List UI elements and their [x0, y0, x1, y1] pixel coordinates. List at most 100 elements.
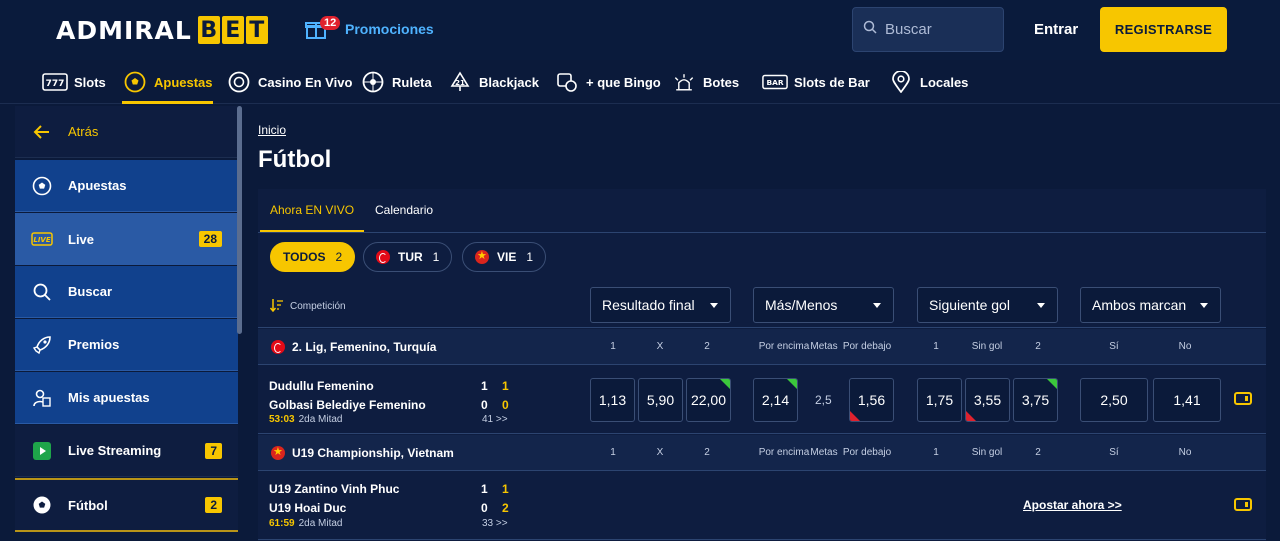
sidebar-item-premios[interactable]: Premios — [15, 319, 238, 371]
odd-over[interactable]: 2,14 — [753, 378, 798, 422]
sidebar-item-apuestas[interactable]: Apuestas — [15, 160, 238, 212]
markets-header: Competición Resultado final Más/Menos Si… — [258, 282, 1266, 328]
sidebar-item-futbol[interactable]: Fútbol 2 — [15, 478, 238, 532]
tab-calendar[interactable]: Calendario — [375, 203, 433, 217]
nav-label: + que Bingo — [586, 74, 661, 90]
search-icon — [31, 281, 53, 303]
nav-label: Ruleta — [392, 74, 432, 90]
odd-next-goal-home[interactable]: 1,75 — [917, 378, 962, 422]
market-dropdown-next-goal[interactable]: Siguiente gol — [917, 287, 1058, 323]
jackpot-icon — [671, 71, 697, 93]
home-score: 1 — [481, 482, 488, 496]
logo-letter: B — [197, 16, 220, 44]
league-header: U19 Championship, Vietnam 1 X 2 Por enci… — [258, 435, 1266, 471]
col-header: 2 — [704, 447, 710, 458]
nav-item-slots-de-bar[interactable]: BAR Slots de Bar — [762, 60, 870, 104]
rocket-icon — [31, 334, 53, 356]
away-team: U19 Hoai Duc — [269, 501, 347, 515]
search-input[interactable] — [885, 21, 995, 38]
competition-sort[interactable]: Competición — [269, 298, 346, 315]
sidebar-item-live[interactable]: LIVE Live 28 — [15, 213, 238, 265]
sidebar-item-label: Buscar — [68, 284, 113, 299]
futbol-count-badge: 2 — [205, 497, 222, 513]
login-button[interactable]: Entrar — [1034, 21, 1078, 38]
sidebar-item-label: Mis apuestas — [68, 390, 150, 405]
sidebar-item-label: Premios — [68, 337, 120, 352]
market-dropdown-both-score[interactable]: Ambos marcan — [1080, 287, 1221, 323]
odd-no-goal[interactable]: 3,55 — [965, 378, 1010, 422]
tab-live-now[interactable]: Ahora EN VIVO — [259, 203, 365, 232]
odds-up-indicator — [1047, 379, 1057, 389]
sidebar-scrollbar[interactable] — [237, 106, 242, 334]
chevron-down-icon — [1037, 303, 1045, 308]
odd-under[interactable]: 1,56 — [849, 378, 894, 422]
nav-item-bingo[interactable]: + que Bingo — [554, 60, 661, 104]
location-pin-icon — [888, 71, 914, 93]
nav-item-apuestas[interactable]: Apuestas — [122, 60, 213, 104]
home-score: 1 — [481, 379, 488, 393]
market-dropdown-result[interactable]: Resultado final — [590, 287, 731, 323]
nav-item-casino-en-vivo[interactable]: Casino En Vivo — [226, 60, 352, 104]
filter-count: 2 — [335, 250, 343, 264]
odd-home[interactable]: 1,13 — [590, 378, 635, 422]
bet-ticket-icon[interactable] — [1234, 498, 1252, 511]
match-period: 2da Mitad — [298, 518, 343, 529]
sidebar-item-back[interactable]: Atrás — [15, 106, 238, 158]
logo-letter: T — [245, 16, 268, 44]
sidebar-item-buscar[interactable]: Buscar — [15, 266, 238, 318]
nav-label: Slots — [74, 74, 106, 90]
sidebar-item-label: Fútbol — [68, 497, 108, 513]
promotions-label: Promociones — [345, 21, 434, 37]
nav-item-slots[interactable]: 777 Slots — [42, 60, 106, 104]
odds-down-indicator — [966, 411, 976, 421]
svg-text:21: 21 — [455, 79, 465, 87]
sidebar-item-live-streaming[interactable]: Live Streaming 7 — [15, 425, 238, 477]
event-tabs: Ahora EN VIVO Calendario — [258, 189, 1266, 233]
league-name[interactable]: 2. Lig, Femenino, Turquía — [292, 340, 436, 354]
breadcrumb-home[interactable]: Inicio — [258, 123, 286, 137]
promotions-link[interactable]: 12 Promociones — [305, 16, 434, 40]
odd-both-score-no[interactable]: 1,41 — [1153, 378, 1221, 422]
col-header: 2 — [1035, 341, 1041, 352]
nav-label: Apuestas — [154, 74, 213, 90]
odd-value: 1,75 — [925, 392, 954, 408]
market-dropdown-over-under[interactable]: Más/Menos — [753, 287, 894, 323]
chevron-down-icon — [873, 303, 881, 308]
more-markets-link[interactable]: 41 >> — [482, 414, 508, 425]
nav-label: Slots de Bar — [794, 74, 870, 90]
nav-item-locales[interactable]: Locales — [888, 60, 968, 104]
match-row[interactable]: Dudullu Femenino Golbasi Belediye Femeni… — [258, 366, 1266, 434]
odd-next-goal-away[interactable]: 3,75 — [1013, 378, 1058, 422]
bet-ticket-icon[interactable] — [1234, 392, 1252, 405]
odd-both-score-yes[interactable]: 2,50 — [1080, 378, 1148, 422]
chevron-down-icon — [1200, 303, 1208, 308]
filter-vie[interactable]: VIE 1 — [462, 242, 547, 272]
match-time: 53:03 2da Mitad — [269, 414, 343, 425]
odd-draw[interactable]: 5,90 — [638, 378, 683, 422]
sports-sidebar: Atrás Apuestas LIVE Live 28 Buscar Premi… — [15, 106, 238, 541]
main-content: Inicio Fútbol Ahora EN VIVO Calendario T… — [258, 106, 1266, 541]
league-name[interactable]: U19 Championship, Vietnam — [292, 446, 454, 460]
bet-now-link[interactable]: Apostar ahora >> — [1023, 498, 1122, 512]
sidebar-item-mis-apuestas[interactable]: Mis apuestas — [15, 372, 238, 424]
nav-item-botes[interactable]: Botes — [671, 60, 739, 104]
nav-item-blackjack[interactable]: 21 Blackjack — [447, 60, 539, 104]
register-button[interactable]: REGISTRARSE — [1100, 7, 1227, 52]
odd-away[interactable]: 22,00 — [686, 378, 731, 422]
match-clock: 53:03 — [269, 414, 295, 425]
sidebar-item-label: Atrás — [68, 124, 99, 139]
match-row[interactable]: U19 Zantino Vinh Phuc U19 Hoai Duc 1 1 0… — [258, 472, 1266, 540]
filter-tur[interactable]: TUR 1 — [363, 242, 453, 272]
sidebar-item-label: Apuestas — [68, 178, 127, 193]
sort-icon — [269, 298, 284, 315]
odd-value: 1,41 — [1173, 392, 1201, 408]
admiral-bet-logo[interactable]: ADMIRAL B E T — [56, 15, 268, 45]
promo-count-badge: 12 — [320, 16, 341, 30]
search-box[interactable] — [852, 7, 1004, 52]
nav-item-ruleta[interactable]: Ruleta — [360, 60, 432, 104]
col-header: 2 — [1035, 447, 1041, 458]
filter-all[interactable]: TODOS 2 — [270, 242, 356, 272]
more-markets-link[interactable]: 33 >> — [482, 518, 508, 529]
sidebar-item-label: Live — [68, 231, 95, 247]
filter-label: TUR — [398, 250, 423, 264]
